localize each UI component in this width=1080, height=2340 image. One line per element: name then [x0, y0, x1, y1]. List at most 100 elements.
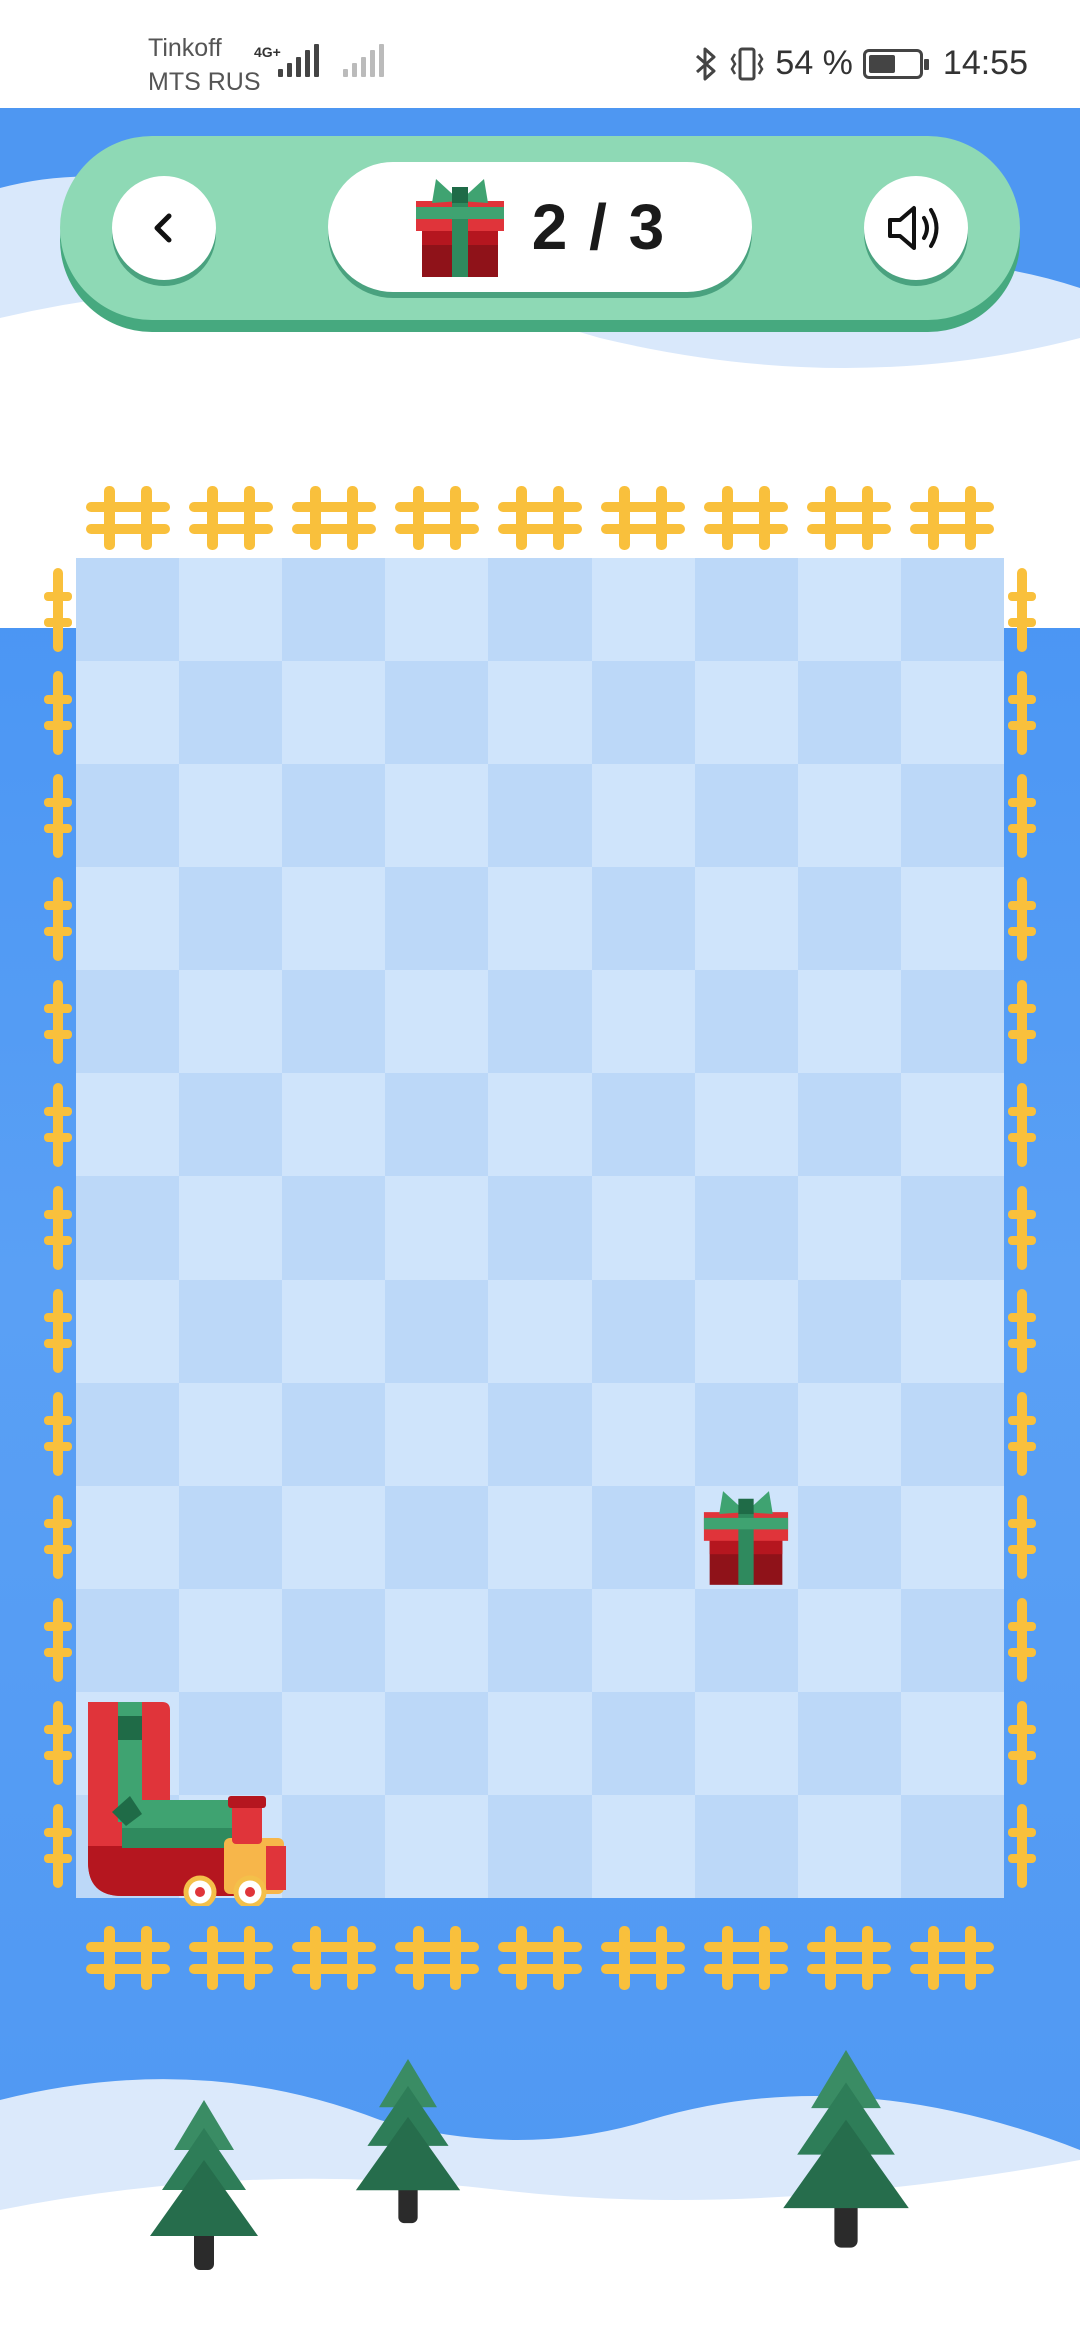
board-cell[interactable]: [282, 661, 386, 765]
board-cell[interactable]: [591, 764, 695, 868]
board-cell[interactable]: [179, 1279, 283, 1383]
board-cell[interactable]: [179, 1176, 283, 1280]
board-cell[interactable]: [694, 764, 798, 868]
board-cell[interactable]: [488, 1691, 592, 1795]
board-cell[interactable]: [179, 764, 283, 868]
board-cell[interactable]: [900, 661, 1004, 765]
board-cell[interactable]: [900, 1588, 1004, 1692]
board-cell[interactable]: [282, 558, 386, 662]
board-cell[interactable]: [797, 558, 901, 662]
board-cell[interactable]: [385, 1073, 489, 1177]
board-cell[interactable]: [76, 1279, 180, 1383]
board-cell[interactable]: [76, 764, 180, 868]
board-cell[interactable]: [797, 1073, 901, 1177]
board-cell[interactable]: [694, 1691, 798, 1795]
board-cell[interactable]: [900, 1794, 1004, 1898]
board-cell[interactable]: [488, 1073, 592, 1177]
board-cell[interactable]: [488, 1176, 592, 1280]
board-cell[interactable]: [694, 1588, 798, 1692]
board-cell[interactable]: [385, 1691, 489, 1795]
board-cell[interactable]: [385, 1279, 489, 1383]
board-cell[interactable]: [488, 867, 592, 971]
board-cell[interactable]: [282, 1485, 386, 1589]
board-cell[interactable]: [591, 558, 695, 662]
board-cell[interactable]: [797, 1691, 901, 1795]
board-cell[interactable]: [282, 1794, 386, 1898]
board-cell[interactable]: [591, 661, 695, 765]
board-cell[interactable]: [179, 1485, 283, 1589]
board-cell[interactable]: [591, 1279, 695, 1383]
board-cell[interactable]: [282, 1176, 386, 1280]
board-cell[interactable]: [900, 558, 1004, 662]
board-cell[interactable]: [797, 1588, 901, 1692]
board-cell[interactable]: [385, 558, 489, 662]
board-cell[interactable]: [591, 867, 695, 971]
board-cell[interactable]: [488, 1485, 592, 1589]
board-cell[interactable]: [694, 1794, 798, 1898]
board-cell[interactable]: [385, 1382, 489, 1486]
train-piece[interactable]: [82, 1696, 292, 1906]
sound-toggle-button[interactable]: [864, 176, 968, 280]
board-cell[interactable]: [488, 661, 592, 765]
board-cell[interactable]: [76, 1073, 180, 1177]
board-cell[interactable]: [797, 764, 901, 868]
board-cell[interactable]: [76, 558, 180, 662]
board-cell[interactable]: [282, 1073, 386, 1177]
board-cell[interactable]: [179, 661, 283, 765]
board-cell[interactable]: [900, 1485, 1004, 1589]
board-cell[interactable]: [179, 867, 283, 971]
board-cell[interactable]: [76, 1176, 180, 1280]
board-cell[interactable]: [900, 867, 1004, 971]
board-cell[interactable]: [488, 1382, 592, 1486]
board-cell[interactable]: [282, 1691, 386, 1795]
board-cell[interactable]: [797, 1176, 901, 1280]
board-cell[interactable]: [76, 1485, 180, 1589]
board-cell[interactable]: [488, 558, 592, 662]
board-cell[interactable]: [488, 1588, 592, 1692]
board-cell[interactable]: [694, 970, 798, 1074]
board-cell[interactable]: [797, 1794, 901, 1898]
board-cell[interactable]: [179, 558, 283, 662]
back-button[interactable]: [112, 176, 216, 280]
board-cell[interactable]: [385, 661, 489, 765]
board-cell[interactable]: [76, 1382, 180, 1486]
board-cell[interactable]: [797, 970, 901, 1074]
board-cell[interactable]: [76, 661, 180, 765]
board-cell[interactable]: [694, 1279, 798, 1383]
board-cell[interactable]: [797, 1382, 901, 1486]
board-cell[interactable]: [488, 1279, 592, 1383]
board-cell[interactable]: [591, 1485, 695, 1589]
board-cell[interactable]: [694, 1073, 798, 1177]
board-cell[interactable]: [797, 661, 901, 765]
board-cell[interactable]: [900, 1691, 1004, 1795]
board-cell[interactable]: [179, 1588, 283, 1692]
board-cell[interactable]: [694, 558, 798, 662]
board-cell[interactable]: [385, 970, 489, 1074]
board-cell[interactable]: [797, 1485, 901, 1589]
board-cell[interactable]: [591, 1176, 695, 1280]
board-cell[interactable]: [900, 1073, 1004, 1177]
board-cell[interactable]: [385, 1588, 489, 1692]
board-cell[interactable]: [591, 1588, 695, 1692]
board-cell[interactable]: [694, 1382, 798, 1486]
board-cell[interactable]: [591, 970, 695, 1074]
board-cell[interactable]: [76, 970, 180, 1074]
board-cell[interactable]: [694, 867, 798, 971]
board-cell[interactable]: [488, 970, 592, 1074]
board-cell[interactable]: [282, 764, 386, 868]
board-cell[interactable]: [385, 1485, 489, 1589]
board-cell[interactable]: [797, 867, 901, 971]
board-cell[interactable]: [694, 1176, 798, 1280]
board-cell[interactable]: [282, 867, 386, 971]
board-cell[interactable]: [900, 1382, 1004, 1486]
board-cell[interactable]: [591, 1073, 695, 1177]
board-cell[interactable]: [76, 1588, 180, 1692]
board-cell[interactable]: [385, 867, 489, 971]
board-cell[interactable]: [282, 1279, 386, 1383]
board-cell[interactable]: [179, 1073, 283, 1177]
board-cell[interactable]: [694, 661, 798, 765]
board-cell[interactable]: [76, 867, 180, 971]
board-cell[interactable]: [900, 1176, 1004, 1280]
board-cell[interactable]: [488, 1794, 592, 1898]
board-cell[interactable]: [282, 1382, 386, 1486]
